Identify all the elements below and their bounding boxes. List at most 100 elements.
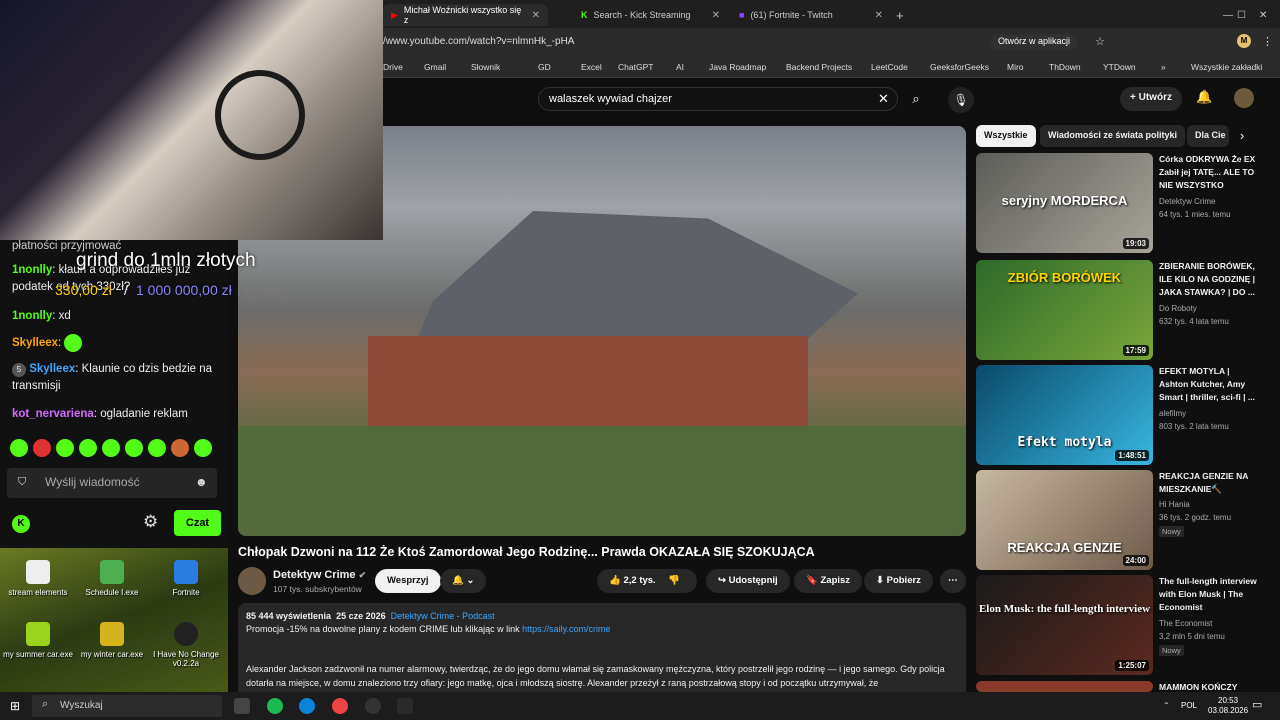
edge-icon[interactable] bbox=[299, 698, 315, 714]
chip-all[interactable]: Wszystkie bbox=[976, 125, 1036, 147]
kick-icon: K bbox=[581, 10, 588, 20]
bookmark-item[interactable]: Drive bbox=[383, 62, 403, 72]
bookmark-item[interactable]: Java Roadmap bbox=[709, 62, 766, 72]
recommended-video[interactable]: ZBIÓR BORÓWEK 17:59 ZBIERANIE BORÓWEK, IL… bbox=[976, 260, 1276, 360]
tab-youtube[interactable]: ▶ Michał Woźnicki wszystko się z ✕ bbox=[383, 4, 548, 26]
emote-icon[interactable] bbox=[33, 439, 51, 457]
all-bookmarks[interactable]: Wszystkie zakładki bbox=[1191, 62, 1262, 72]
desktop-icon[interactable]: my winter car.exe bbox=[74, 622, 150, 659]
menu-icon[interactable]: ⋮ bbox=[1262, 35, 1273, 48]
search-button[interactable]: ⌕ bbox=[898, 87, 934, 111]
taskbar-search[interactable]: Wyszukaj bbox=[32, 695, 222, 717]
notifications-icon[interactable]: 🔔 bbox=[1196, 89, 1212, 105]
channel-name[interactable]: Detektyw Crime ✔ bbox=[273, 569, 366, 581]
video-description[interactable]: 85 444 wyświetlenia 25 cze 2026 Detektyw… bbox=[238, 603, 966, 703]
share-button[interactable]: ↪ Udostępnij bbox=[706, 569, 790, 593]
close-window-button[interactable]: ✕ bbox=[1251, 4, 1275, 26]
bookmark-item[interactable]: YTDown bbox=[1103, 62, 1136, 72]
save-button[interactable]: 🔖 Zapisz bbox=[794, 569, 863, 593]
emote-icon[interactable] bbox=[148, 439, 166, 457]
bookmark-item[interactable]: ThDown bbox=[1049, 62, 1081, 72]
desktop-icon[interactable]: Schedule I.exe bbox=[74, 560, 150, 597]
bookmark-item[interactable]: GD bbox=[538, 62, 551, 72]
recommended-video[interactable]: Efekt motyla 1:48:51 EFEKT MOTYLA | Ashto… bbox=[976, 365, 1276, 465]
download-button[interactable]: ⬇ Pobierz bbox=[864, 569, 933, 593]
download-icon: ⬇ bbox=[876, 575, 884, 586]
obs-icon[interactable] bbox=[365, 698, 381, 714]
tab-twitch[interactable]: ■ (61) Fortnite - Twitch ✕ bbox=[731, 4, 891, 26]
emote-icon[interactable] bbox=[171, 439, 189, 457]
video-thumbnail[interactable]: Elon Musk: the full-length interview 1:25… bbox=[976, 575, 1153, 675]
emote-icon[interactable] bbox=[56, 439, 74, 457]
bookmark-item[interactable]: Miro bbox=[1007, 62, 1024, 72]
close-tab-icon[interactable]: ✕ bbox=[712, 10, 720, 21]
more-options-icon[interactable]: ⋯ bbox=[940, 569, 966, 593]
desktop-icon[interactable]: my summer car.exe bbox=[0, 622, 76, 659]
emote-icon[interactable] bbox=[125, 439, 143, 457]
url-text[interactable]: /www.youtube.com/watch?v=nlmnHk_-pHA bbox=[383, 36, 574, 47]
like-button[interactable]: 👍 2,2 tys. 👎 bbox=[597, 569, 697, 593]
search-icon: ⌕ bbox=[42, 698, 49, 710]
bookmark-item[interactable]: GeeksforGeeks bbox=[930, 62, 989, 72]
clear-search-icon[interactable]: ✕ bbox=[878, 91, 889, 107]
bookmark-item[interactable]: ChatGPT bbox=[618, 62, 653, 72]
app-icon[interactable] bbox=[397, 698, 413, 714]
support-button[interactable]: Wesprzyj bbox=[375, 569, 441, 593]
bookmark-item[interactable]: Excel bbox=[581, 62, 602, 72]
mic-icon[interactable]: 🎙 bbox=[948, 87, 974, 113]
desktop-icon[interactable]: stream elements bbox=[0, 560, 76, 597]
search-input[interactable]: walaszek wywiad chajzer bbox=[538, 87, 898, 111]
star-icon[interactable]: ☆ bbox=[1095, 35, 1105, 48]
system-clock[interactable]: 20:53 03.08.2026 bbox=[1208, 696, 1248, 716]
emoji-icon[interactable]: ☻ bbox=[195, 475, 208, 489]
chip-for-you[interactable]: Dla Cie bbox=[1187, 125, 1229, 147]
chrome-icon bbox=[26, 560, 50, 584]
chat-input[interactable]: Wyślij wiadomość bbox=[7, 468, 217, 498]
emote-bar bbox=[10, 439, 212, 457]
recommended-video[interactable]: seryjny MORDERCA 19:03 Córka ODKRYWA Że E… bbox=[976, 153, 1276, 253]
video-thumbnail[interactable]: Efekt motyla 1:48:51 bbox=[976, 365, 1153, 465]
tab-kick[interactable]: K Search - Kick Streaming ✕ bbox=[573, 4, 728, 26]
bookmark-item[interactable]: LeetCode bbox=[871, 62, 908, 72]
bookmark-item[interactable]: Słownik bbox=[471, 62, 500, 72]
close-tab-icon[interactable]: ✕ bbox=[875, 10, 883, 21]
recommended-video[interactable]: Elon Musk: the full-length interview 1:25… bbox=[976, 575, 1276, 675]
podcast-link[interactable]: Detektyw Crime - Podcast bbox=[391, 611, 495, 621]
windows-start-icon[interactable]: ⊞ bbox=[10, 699, 20, 713]
close-tab-icon[interactable]: ✕ bbox=[532, 10, 540, 21]
video-thumbnail[interactable]: seryjny MORDERCA 19:03 bbox=[976, 153, 1153, 253]
video-thumbnail[interactable] bbox=[976, 681, 1153, 692]
language-indicator[interactable]: POL bbox=[1181, 701, 1197, 710]
chevron-up-icon[interactable]: ⌃ bbox=[1163, 701, 1170, 710]
gear-icon[interactable]: ⚙ bbox=[143, 512, 158, 532]
emote-icon[interactable] bbox=[79, 439, 97, 457]
task-view-icon[interactable] bbox=[234, 698, 250, 714]
spotify-icon[interactable] bbox=[267, 698, 283, 714]
emote-icon[interactable] bbox=[194, 439, 212, 457]
promo-link[interactable]: https://saily.com/crime bbox=[522, 624, 610, 634]
bookmark-item[interactable]: Backend Projects bbox=[786, 62, 852, 72]
bookmark-item[interactable]: Gmail bbox=[424, 62, 446, 72]
video-thumbnail[interactable]: ZBIÓR BORÓWEK 17:59 bbox=[976, 260, 1153, 360]
video-thumbnail[interactable]: REAKCJA GENZIE 24:00 bbox=[976, 470, 1153, 570]
open-in-app-button[interactable]: Otwórz w aplikacji bbox=[990, 34, 1079, 50]
recommended-video[interactable]: REAKCJA GENZIE 24:00 REAKCJA GENZIE NA MI… bbox=[976, 470, 1276, 570]
channel-avatar[interactable] bbox=[238, 567, 266, 595]
new-tab-button[interactable]: + bbox=[888, 4, 912, 26]
emote-icon[interactable] bbox=[10, 439, 28, 457]
bookmark-item[interactable]: AI bbox=[676, 62, 684, 72]
chrome-icon[interactable] bbox=[332, 698, 348, 714]
desktop-icon[interactable]: Fortnite bbox=[148, 560, 224, 597]
subscribe-bell-button[interactable]: 🔔 ⌄ bbox=[440, 569, 487, 593]
chat-send-button[interactable]: Czat bbox=[174, 510, 221, 536]
emote-icon[interactable] bbox=[102, 439, 120, 457]
recommended-video[interactable]: MAMMON KOŃCZY bbox=[976, 681, 1276, 692]
chevron-right-icon[interactable]: » bbox=[1161, 62, 1166, 72]
profile-avatar[interactable]: M bbox=[1237, 34, 1251, 48]
create-button[interactable]: + Utwórz bbox=[1120, 87, 1182, 111]
desktop-icon[interactable]: I Have No Change v0.2.2a bbox=[148, 622, 224, 668]
notification-center-icon[interactable]: ▭ bbox=[1252, 698, 1262, 711]
account-avatar[interactable] bbox=[1234, 88, 1254, 108]
chip-politics[interactable]: Wiadomości ze świata polityki bbox=[1040, 125, 1185, 147]
chevron-right-icon[interactable]: › bbox=[1240, 128, 1244, 143]
